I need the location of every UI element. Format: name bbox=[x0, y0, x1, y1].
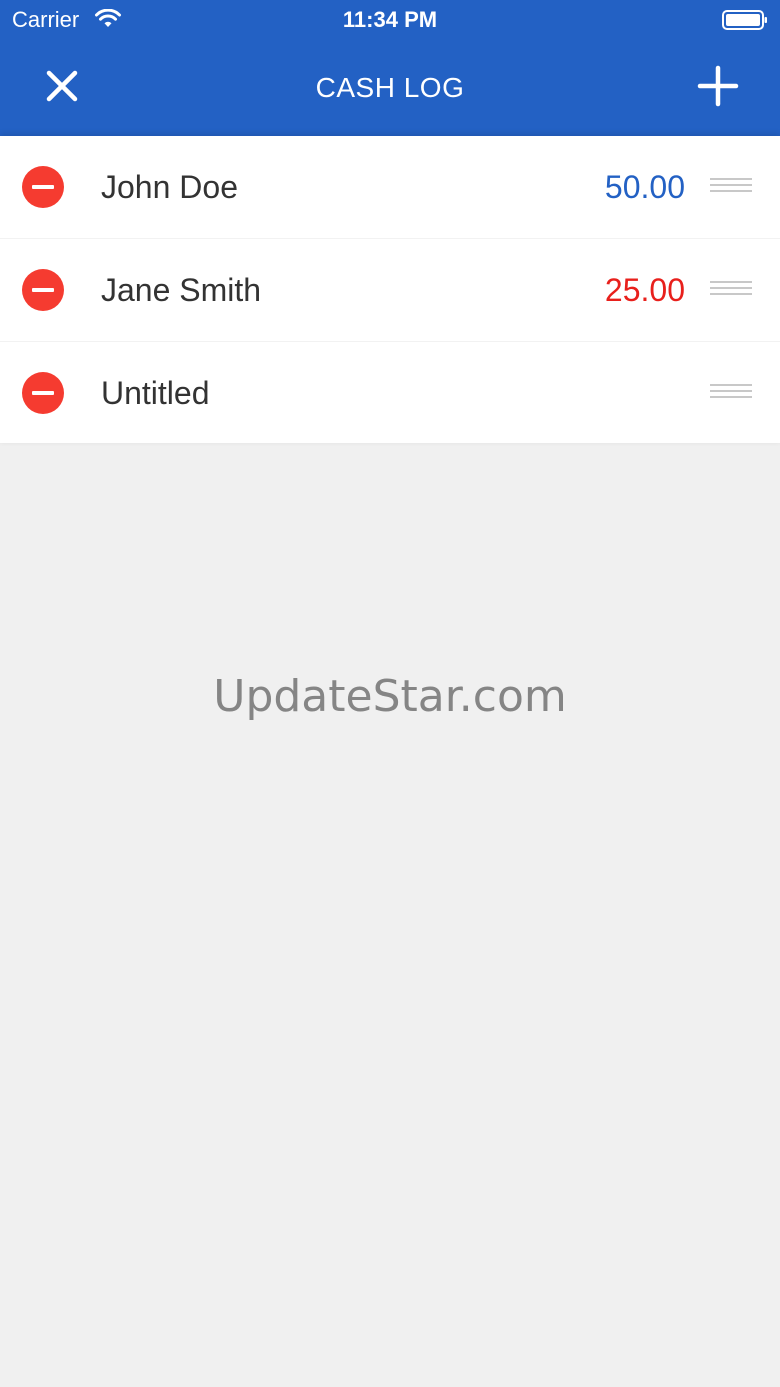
minus-icon bbox=[32, 391, 54, 395]
cash-log-list: John Doe 50.00 Jane Smith 25.00 Untitled bbox=[0, 136, 780, 443]
reorder-handle-icon[interactable] bbox=[710, 178, 752, 196]
entry-name: John Doe bbox=[101, 169, 238, 205]
entry-amount: 50.00 bbox=[604, 169, 685, 205]
delete-button[interactable] bbox=[22, 166, 64, 208]
battery-icon bbox=[722, 10, 767, 30]
list-item[interactable]: Jane Smith 25.00 bbox=[0, 239, 780, 342]
status-bar: Carrier 11:34 PM bbox=[0, 0, 780, 40]
list-item[interactable]: John Doe 50.00 bbox=[0, 136, 780, 239]
status-time: 11:34 PM bbox=[342, 7, 438, 32]
reorder-handle-icon[interactable] bbox=[710, 281, 752, 299]
reorder-handle-icon[interactable] bbox=[710, 384, 752, 402]
minus-icon bbox=[32, 185, 54, 189]
entry-name: Jane Smith bbox=[101, 272, 262, 308]
minus-icon bbox=[32, 288, 54, 292]
entry-amount: 25.00 bbox=[604, 272, 685, 308]
navigation-bar: CASH LOG bbox=[0, 40, 780, 136]
plus-icon bbox=[697, 65, 739, 107]
entry-name: Untitled bbox=[101, 375, 210, 411]
list-item[interactable]: Untitled bbox=[0, 342, 780, 443]
add-entry-button[interactable] bbox=[686, 54, 750, 118]
delete-button[interactable] bbox=[22, 269, 64, 311]
delete-button[interactable] bbox=[22, 372, 64, 414]
watermark: UpdateStar.com bbox=[213, 671, 567, 722]
page-title: CASH LOG bbox=[315, 72, 465, 103]
app-header: Carrier 11:34 PM CASH LOG bbox=[0, 0, 780, 136]
